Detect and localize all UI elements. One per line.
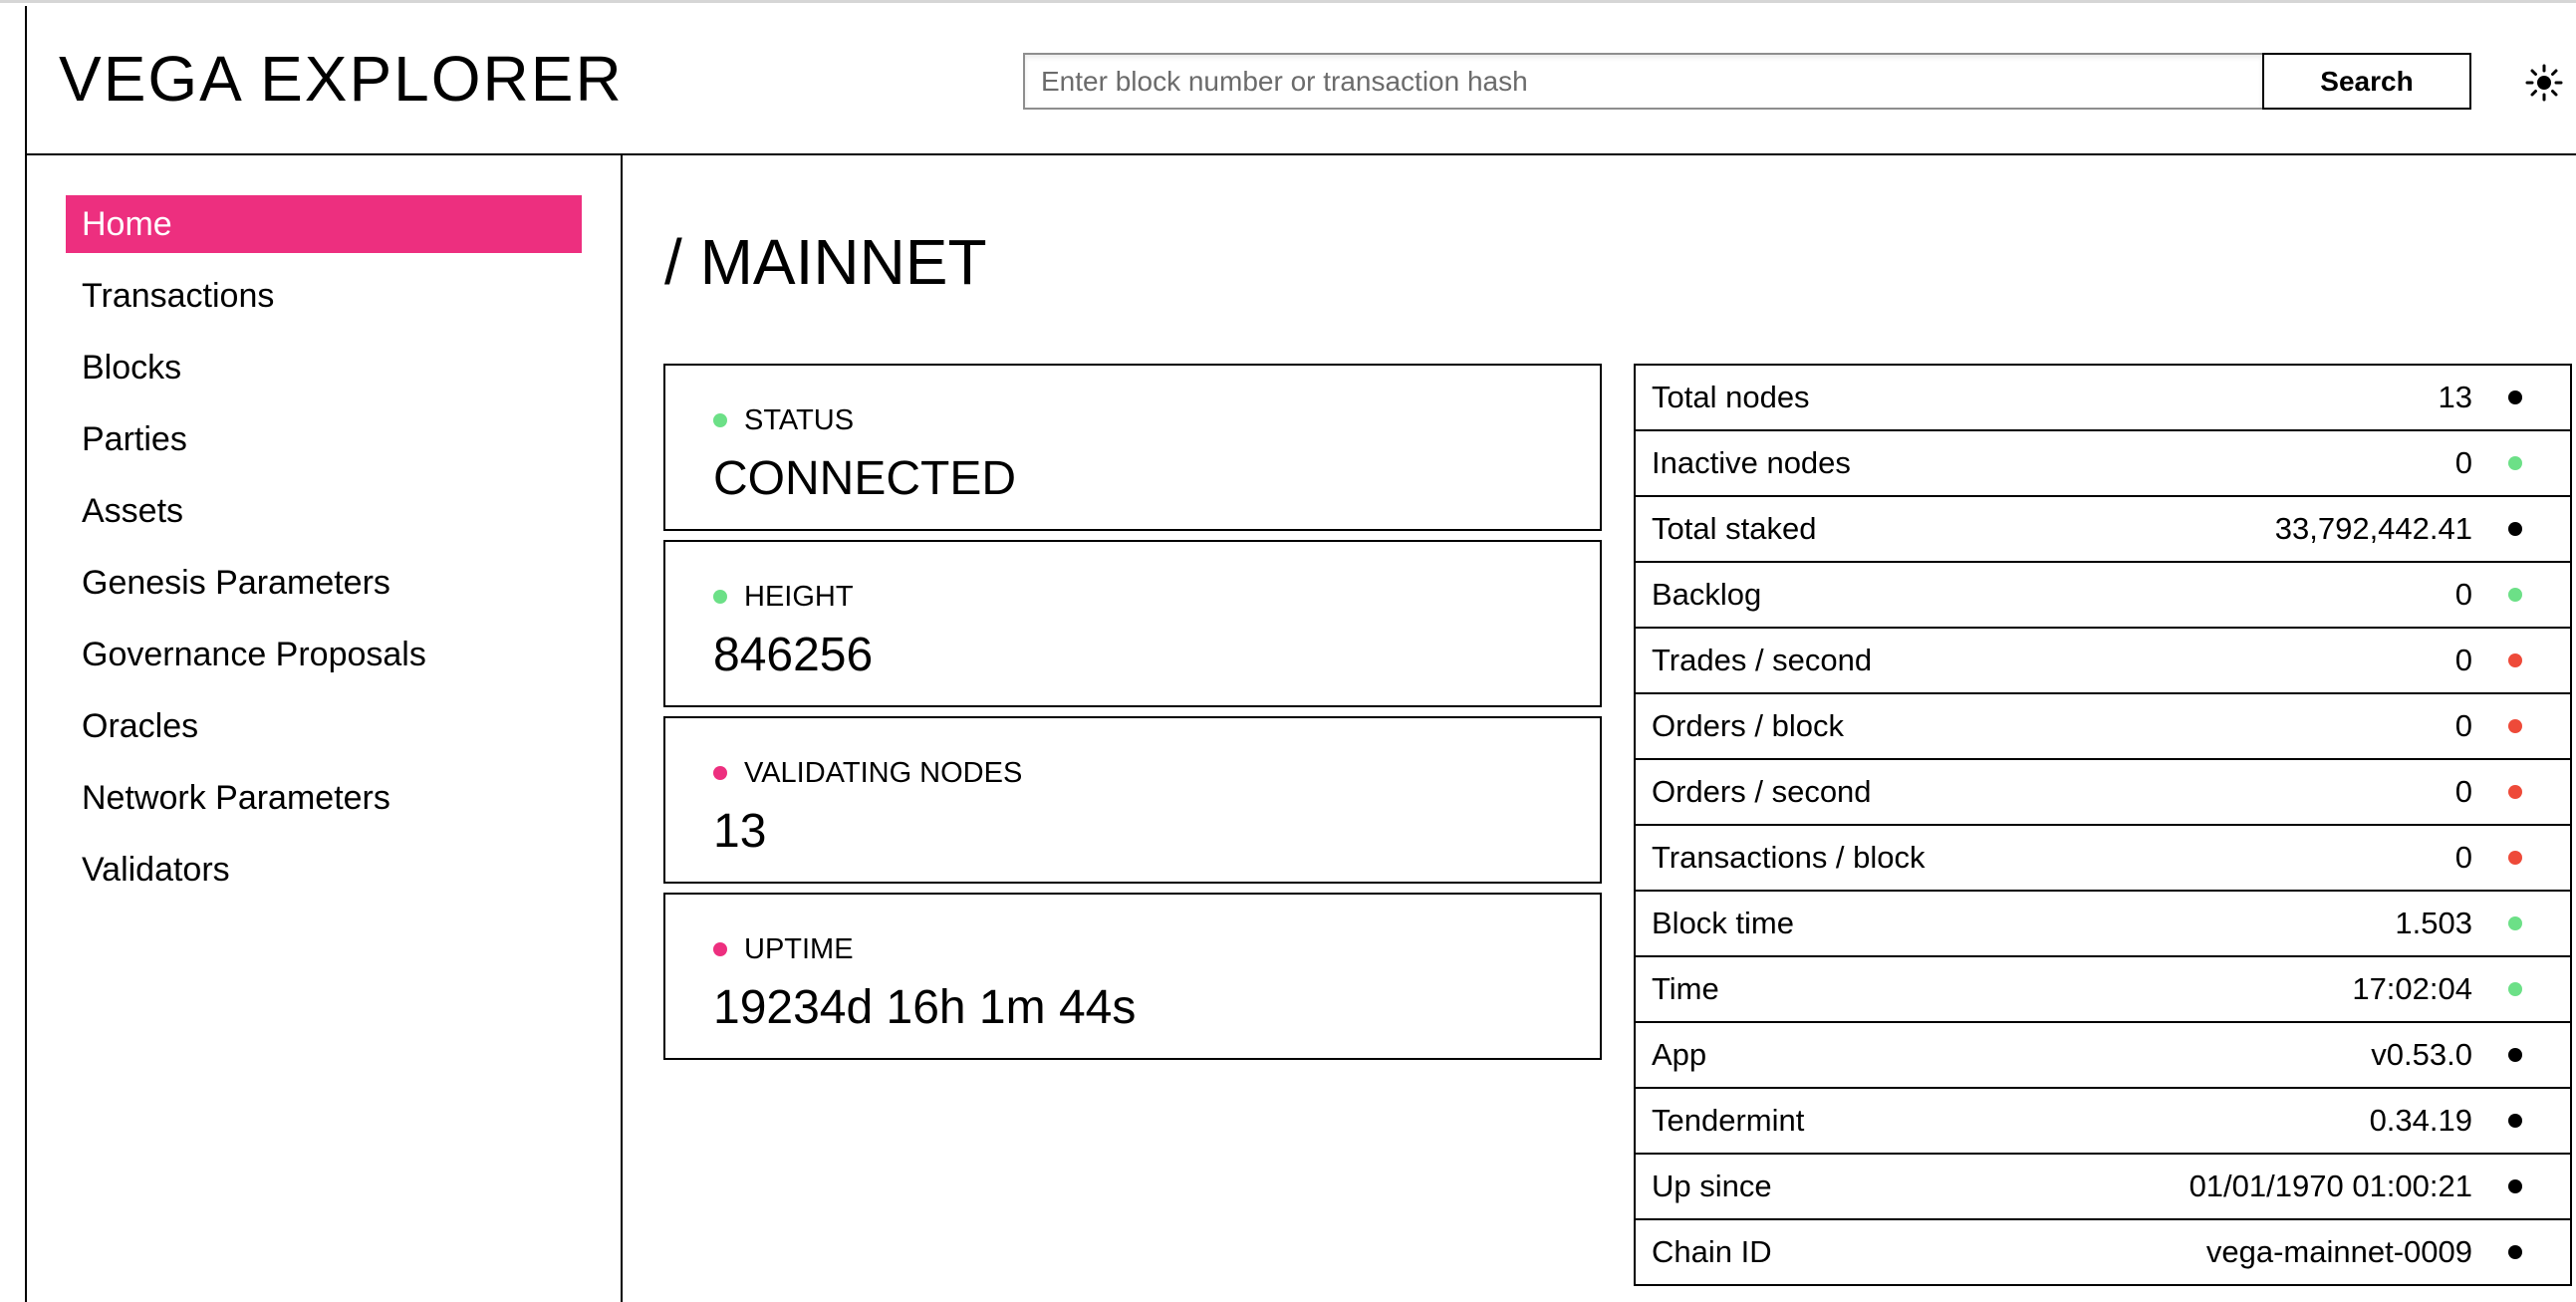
sidebar-item-oracles[interactable]: Oracles [66,697,582,755]
sidebar-item-assets[interactable]: Assets [66,482,582,540]
status-dot [2508,719,2522,733]
metric-row-inactive-nodes: Inactive nodes 0 [1634,431,2572,497]
metric-label: Time [1652,971,1719,1006]
metric-row-chain-id: Chain ID vega-mainnet-0009 [1634,1220,2572,1286]
metric-row-total-staked: Total staked 33,792,442.41 [1634,497,2572,563]
stat-label: HEIGHT [744,581,854,613]
stat-value: CONNECTED [713,452,1017,505]
metric-row-tendermint: Tendermint 0.34.19 [1634,1089,2572,1155]
metric-row-app: App v0.53.0 [1634,1023,2572,1089]
metric-label: Total staked [1652,511,1817,546]
metric-row-total-nodes: Total nodes 13 [1634,366,2572,431]
status-dot [2508,391,2522,404]
sidebar-item-home[interactable]: Home [66,195,582,253]
status-dot [2508,653,2522,667]
stat-card-uptime: UPTIME 19234d 16h 1m 44s [663,893,1602,1060]
metric-row-time: Time 17:02:04 [1634,957,2572,1023]
metric-label: Backlog [1652,577,1762,612]
status-dot [713,942,727,956]
metric-value: 0 [2454,445,2472,480]
metric-label: Block time [1652,906,1794,940]
metric-label: Chain ID [1652,1234,1772,1269]
sidebar-item-network-parameters[interactable]: Network Parameters [66,769,582,827]
metric-row-block-time: Block time 1.503 [1634,892,2572,957]
status-dot [2508,1179,2522,1193]
sidebar-item-transactions[interactable]: Transactions [66,267,582,325]
status-dot [2508,982,2522,996]
status-dot [713,766,727,780]
page-title: / MAINNET [664,226,987,298]
metric-value: v0.53.0 [2371,1037,2472,1072]
metric-value: 0 [2454,577,2472,612]
metric-value: 17:02:04 [2352,971,2472,1006]
theme-toggle-button[interactable] [2523,62,2565,104]
status-dot [2508,456,2522,470]
status-dot [2508,916,2522,930]
stat-card-validating-nodes: VALIDATING NODES 13 [663,716,1602,884]
metric-row-orders-per-block: Orders / block 0 [1634,694,2572,760]
metric-value: 1.503 [2395,906,2472,940]
network-metrics-table: Total nodes 13 Inactive nodes 0 Total st… [1634,364,2572,1286]
sidebar: Home Transactions Blocks Parties Assets … [27,155,623,1302]
app-window: VEGA EXPLORER Search [0,0,2576,1302]
status-dot [2508,1048,2522,1062]
stat-value: 13 [713,805,767,858]
stat-cards: STATUS CONNECTED HEIGHT 846256 VALIDATIN… [663,364,1602,1069]
metric-row-up-since: Up since 01/01/1970 01:00:21 [1634,1155,2572,1220]
status-dot [2508,1114,2522,1128]
metric-row-backlog: Backlog 0 [1634,563,2572,629]
metric-row-orders-per-second: Orders / second 0 [1634,760,2572,826]
metric-label: App [1652,1037,1707,1072]
metric-label: Trades / second [1652,643,1873,677]
status-dot [2508,588,2522,602]
search-button[interactable]: Search [2262,53,2471,110]
sun-icon [2525,64,2563,102]
stat-label: UPTIME [744,933,854,965]
metric-value: 01/01/1970 01:00:21 [2189,1169,2472,1203]
status-dot [2508,1245,2522,1259]
metric-value: 0 [2454,840,2472,875]
stat-label: STATUS [744,404,855,436]
stat-card-status: STATUS CONNECTED [663,364,1602,531]
metric-value: 0 [2454,708,2472,743]
logo[interactable]: VEGA EXPLORER [59,43,624,115]
sidebar-item-blocks[interactable]: Blocks [66,339,582,396]
stat-label: VALIDATING NODES [744,757,1023,789]
status-dot [2508,785,2522,799]
sidebar-item-parties[interactable]: Parties [66,410,582,468]
metric-label: Orders / block [1652,708,1844,743]
metric-label: Orders / second [1652,774,1872,809]
metric-label: Up since [1652,1169,1772,1203]
sidebar-item-validators[interactable]: Validators [66,841,582,899]
sidebar-nav: Home Transactions Blocks Parties Assets … [66,195,582,912]
status-dot [2508,851,2522,865]
metric-label: Total nodes [1652,380,1810,414]
stat-value: 19234d 16h 1m 44s [713,981,1137,1034]
sidebar-item-governance-proposals[interactable]: Governance Proposals [66,626,582,683]
metric-value: 33,792,442.41 [2274,511,2472,546]
metric-value: 0.34.19 [2369,1103,2472,1138]
sidebar-item-genesis-parameters[interactable]: Genesis Parameters [66,554,582,612]
search-input[interactable] [1023,53,2262,110]
metric-value: 0 [2454,643,2472,677]
metric-value: vega-mainnet-0009 [2205,1234,2472,1269]
metric-value: 0 [2454,774,2472,809]
header: VEGA EXPLORER Search [27,6,2576,155]
search-form: Search [1023,53,2471,110]
metric-row-trades-per-second: Trades / second 0 [1634,629,2572,694]
metric-label: Inactive nodes [1652,445,1851,480]
status-dot [2508,522,2522,536]
status-dot [713,590,727,604]
metric-row-transactions-per-block: Transactions / block 0 [1634,826,2572,892]
stat-card-height: HEIGHT 846256 [663,540,1602,707]
stat-value: 846256 [713,629,874,681]
metric-label: Tendermint [1652,1103,1805,1138]
metric-value: 13 [2438,380,2472,414]
status-dot [713,413,727,427]
metric-label: Transactions / block [1652,840,1926,875]
